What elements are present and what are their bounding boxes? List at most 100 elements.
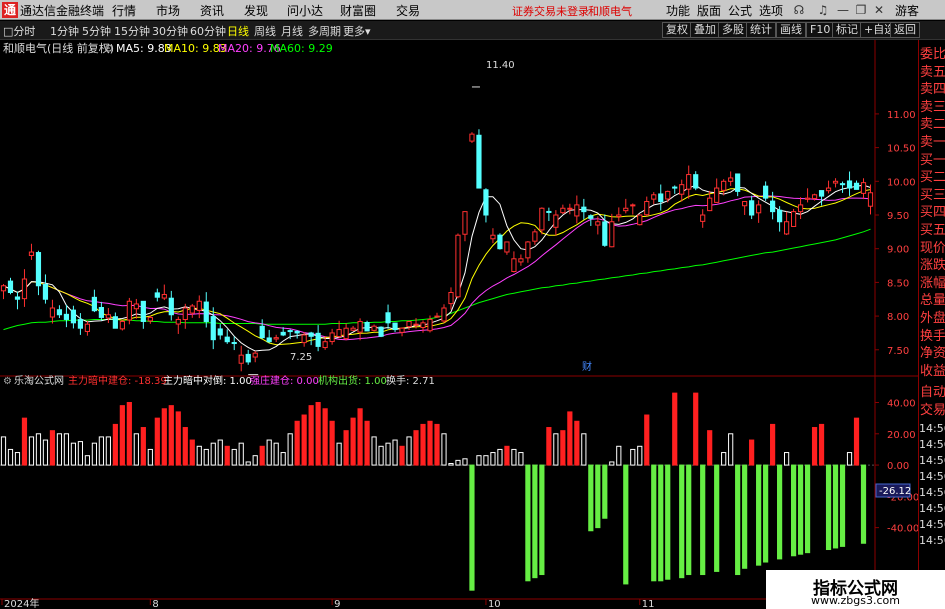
indicator-bar [224,445,230,466]
candle-body [804,197,811,200]
minimize-icon[interactable]: — [834,1,852,19]
period-15min[interactable]: 15分钟 [114,23,150,39]
quote-side-panel: 委比 卖五 卖四 卖三 卖二 卖一 买一 买二 买三 买四 买五 现价 涨跌 涨幅 总量 外盘 换手 净资 收益 自动… [918,40,945,609]
button-fanhui[interactable]: 返回 [890,22,920,38]
candle [315,325,321,352]
candle-body [721,180,727,191]
period-more[interactable]: 更多▾ [343,23,371,39]
candle [343,323,349,341]
period-5min[interactable]: 5分钟 [82,23,111,39]
button-tongji[interactable]: 统计 [746,22,776,38]
candle [231,336,237,351]
indicator-bar [287,433,293,466]
candle [616,207,622,222]
indicator-bar [126,402,132,466]
guest-label[interactable]: 游客 [895,2,919,19]
period-1min[interactable]: 1分钟 [50,23,79,39]
login-notice[interactable]: 证券交易未登录 [512,3,589,19]
panel-item: 收益 [920,363,945,379]
candle-body [832,180,839,184]
candle [77,313,84,335]
candle [182,303,188,329]
close-icon[interactable]: ✕ [870,1,888,19]
candle [490,228,496,244]
restore-icon[interactable]: ❐ [852,1,870,19]
indicator-bar [35,433,42,466]
candle-body [427,318,433,332]
menu-gongneng[interactable]: 功能 [666,2,690,19]
menu-caifuquan[interactable]: 财富圈 [340,2,376,19]
candle-body [602,221,608,246]
kline-chart[interactable]: 11.00 10.50 10.00 9.50 9.00 8.50 8.00 7.50 40.00… [0,40,918,609]
menu-faxian[interactable]: 发现 [244,2,268,19]
indicator-bar [672,392,678,466]
panel-item: 卖四 [920,82,945,98]
menu-shichang[interactable]: 市场 [156,2,180,19]
price-tick-label: 8.50 [887,278,909,289]
candle-body [182,307,188,321]
indicator-bar [532,464,538,579]
watermark-banner: 指标公式网 www.zbgs3.com [766,570,945,609]
candle-body [770,200,776,213]
candle [574,195,580,224]
candle-body [119,320,125,330]
menu-gongshi[interactable]: 公式 [728,2,752,19]
indicator-bar [511,448,517,466]
menu-xuanxiang[interactable]: 选项 [759,2,783,19]
candle-body [700,214,706,222]
period-weekly[interactable]: 周线 [254,23,276,39]
settings-icon[interactable]: ⚙ [104,42,114,55]
support-icon[interactable]: ☊ [790,1,808,19]
button-f10[interactable]: F10 [806,22,835,38]
menu-wenxiaoda[interactable]: 问小达 [287,2,323,19]
candle-body [651,194,657,200]
ma60-line [3,184,871,352]
candle-body [686,174,692,190]
candle [98,301,104,321]
candle-body [392,322,398,331]
menu-zixun[interactable]: 资讯 [200,2,224,19]
period-multi[interactable]: 多周期 [308,23,341,39]
candle-body [532,231,538,242]
candle-body [497,234,503,250]
candle-body [860,182,867,194]
period-monthly[interactable]: 月线 [281,23,303,39]
panel-tab[interactable]: 交易 [920,402,945,420]
candle [294,330,300,339]
menu-jiaoyi[interactable]: 交易 [396,2,420,19]
indicator-bar [301,414,307,466]
candle-body [140,300,146,322]
button-huaxian[interactable]: 画线 [776,22,806,38]
candle-body [49,307,56,318]
title-bar: 通 通达信金融终端 行情 市场 资讯 发现 问小达 财富圈 交易 证券交易未登录… [0,0,945,20]
bell-icon[interactable]: ♫ [814,1,832,19]
period-intraday[interactable]: □分时 [3,23,35,39]
menu-hangqing[interactable]: 行情 [112,2,136,19]
price-tick-label: 10.00 [887,177,916,188]
indicator-bar [147,448,153,466]
panel-time: 14:56 [919,502,945,515]
candle-body [364,322,370,332]
panel-item: 买三 [920,187,945,203]
event-marker[interactable]: 财 [582,360,592,373]
button-duogu[interactable]: 多股 [718,22,748,38]
candle [371,324,377,332]
indicator-bar [693,392,699,466]
button-fuquan[interactable]: 复权 [662,22,692,38]
button-diejia[interactable]: 叠加 [690,22,720,38]
period-30min[interactable]: 30分钟 [152,23,188,39]
period-daily[interactable]: 日线 [227,23,249,39]
menu-banmian[interactable]: 版面 [697,2,721,19]
indicator-bar [175,411,181,466]
indicator-bar [91,442,97,466]
candle-body [867,192,874,207]
indicator-bar [770,423,776,466]
indicator-bar [777,464,783,560]
indicator-f2: 主力暗中对倒: 1.00 [163,374,252,387]
button-biaoji[interactable]: 标记 [832,22,862,38]
candle [756,200,762,223]
period-60min[interactable]: 60分钟 [190,23,226,39]
panel-tab[interactable]: 自动 [920,384,945,402]
indicator-name: 乐淘公式网 [14,374,64,387]
indicator-settings-icon[interactable]: ⚙ [3,376,12,387]
